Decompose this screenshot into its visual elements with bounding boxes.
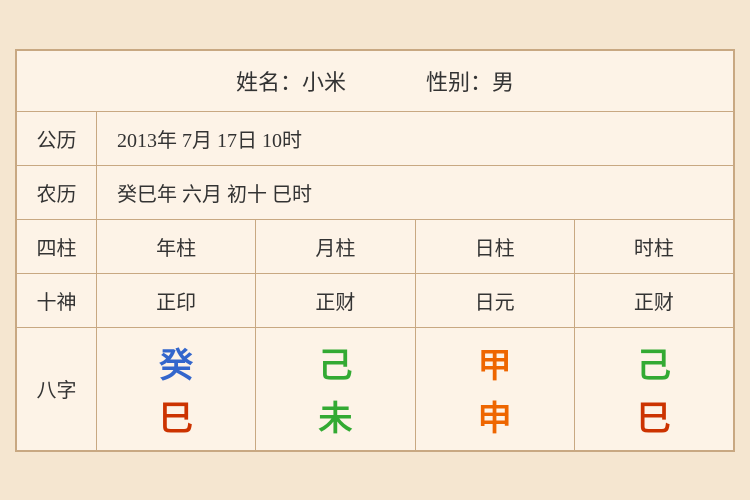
bazhi-day-cell: 甲 申 (416, 328, 575, 450)
bazhi-label: 八字 (17, 328, 97, 450)
bazhi-hour-bottom: 巳 (637, 391, 671, 440)
bazhi-year-bottom: 巳 (159, 391, 193, 440)
bazhi-year-top: 癸 (159, 338, 193, 387)
bazhi-day-top: 甲 (478, 338, 512, 387)
shishen-label: 十神 (17, 274, 97, 327)
lunar-value: 癸巳年 六月 初十 巳时 (97, 166, 332, 219)
bazhi-row: 八字 癸 巳 己 未 甲 申 己 巳 (17, 328, 733, 450)
lunar-label: 农历 (17, 166, 97, 219)
month-col-label: 月柱 (256, 220, 415, 273)
columns-row: 四柱 年柱 月柱 日柱 时柱 (17, 220, 733, 274)
shishen-row: 十神 正印 正财 日元 正财 (17, 274, 733, 328)
bazhi-year-cell: 癸 巳 (97, 328, 256, 450)
lunar-row: 农历 癸巳年 六月 初十 巳时 (17, 166, 733, 220)
gregorian-label: 公历 (17, 112, 97, 165)
shishen-hour: 正财 (575, 274, 733, 327)
year-col-label: 年柱 (97, 220, 256, 273)
shishen-month: 正财 (256, 274, 415, 327)
bazhi-day-bottom: 申 (478, 391, 512, 440)
bazhi-month-cell: 己 未 (256, 328, 415, 450)
bazhi-month-bottom: 未 (318, 391, 352, 440)
bazhi-month-top: 己 (318, 338, 352, 387)
gregorian-value: 2013年 7月 17日 10时 (97, 112, 322, 165)
header-row: 姓名：小米 性别：男 (17, 51, 733, 112)
columns-label: 四柱 (17, 220, 97, 273)
day-col-label: 日柱 (416, 220, 575, 273)
bazhi-hour-top: 己 (637, 338, 671, 387)
name-label: 姓名：小米 (236, 65, 346, 97)
gregorian-row: 公历 2013年 7月 17日 10时 (17, 112, 733, 166)
hour-col-label: 时柱 (575, 220, 733, 273)
bazhi-hour-cell: 己 巳 (575, 328, 733, 450)
gender-label: 性别：男 (426, 65, 514, 97)
shishen-year: 正印 (97, 274, 256, 327)
main-container: 姓名：小米 性别：男 公历 2013年 7月 17日 10时 农历 癸巳年 六月… (15, 49, 735, 452)
shishen-day: 日元 (416, 274, 575, 327)
